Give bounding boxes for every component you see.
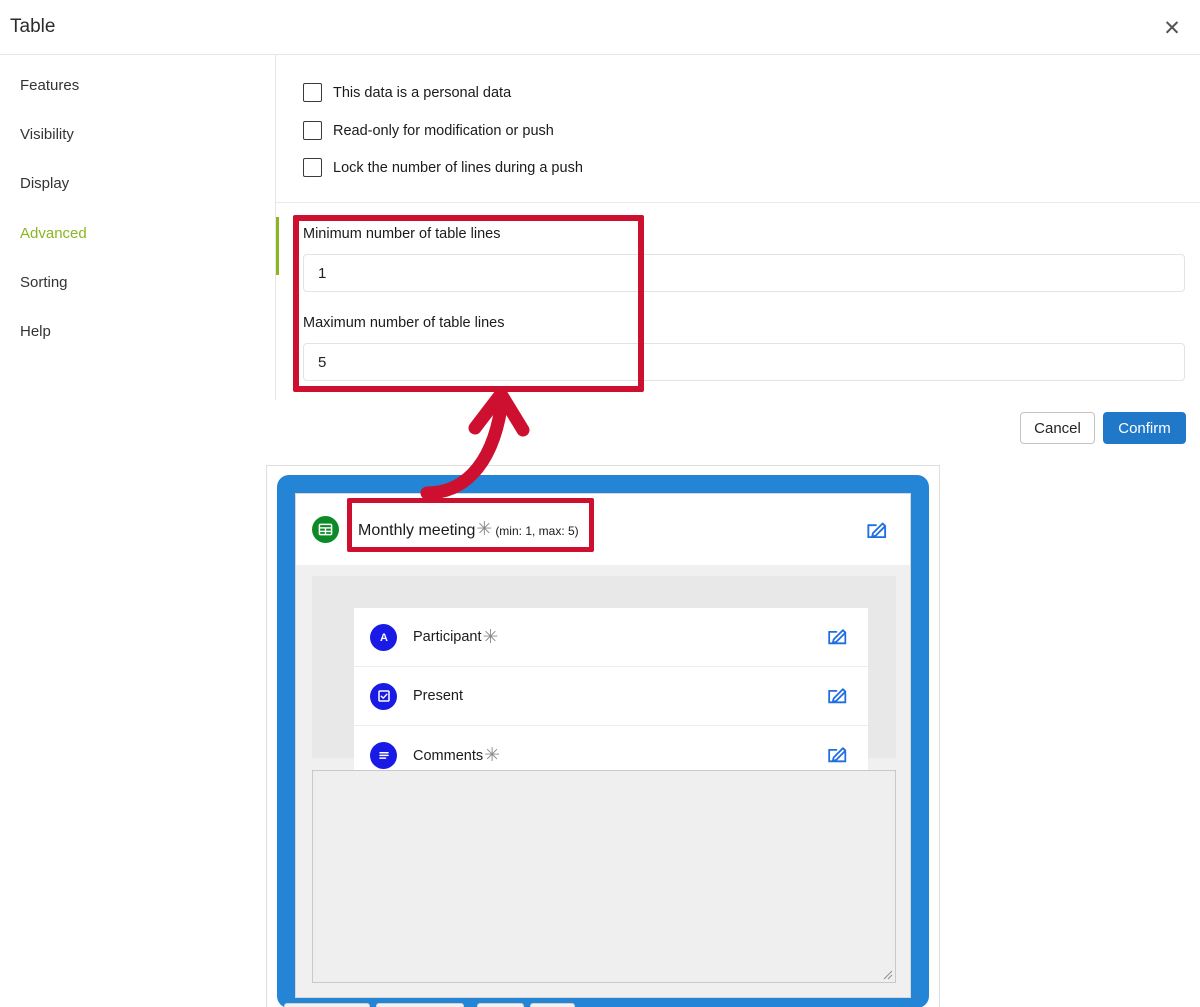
preview-card: Monthly meeting ✳ (min: 1, max: 5) A Par… xyxy=(277,475,929,1007)
text-lines-icon xyxy=(370,742,397,769)
screen-root: Table ✕ Features Visibility Display Adva… xyxy=(0,0,1200,1007)
checkbox-icon xyxy=(370,682,397,710)
below-fold-toolbar xyxy=(0,1001,1200,1007)
settings-content: This data is a personal data Read-only f… xyxy=(276,55,1200,400)
checkbox-row-read-only[interactable]: Read-only for modification or push xyxy=(303,121,554,140)
preview-panel: Monthly meeting ✳ (min: 1, max: 5) A Par… xyxy=(266,465,940,1007)
table-icon xyxy=(312,516,339,543)
page-title: Table xyxy=(10,16,56,37)
preview-title-wrap: Monthly meeting ✳ (min: 1, max: 5) xyxy=(358,520,579,540)
attribute-a-icon: A xyxy=(370,623,397,651)
preview-card-header: Monthly meeting ✳ (min: 1, max: 5) xyxy=(296,494,910,565)
preview-constraints: (min: 1, max: 5) xyxy=(495,523,579,538)
required-marker-icon-comments: ✳ xyxy=(484,745,501,766)
edit-pencil-icon-header[interactable] xyxy=(864,516,890,547)
required-marker-icon-participant: ✳ xyxy=(482,626,499,648)
peek-button-4[interactable] xyxy=(530,1003,575,1007)
checkbox-row-lock-lines[interactable]: Lock the number of lines during a push xyxy=(303,158,583,177)
preview-field-row-present[interactable]: Present xyxy=(354,667,868,726)
cancel-button[interactable]: Cancel xyxy=(1020,412,1095,444)
input-minimum-lines[interactable] xyxy=(303,254,1185,292)
required-marker-icon: ✳ xyxy=(476,518,493,540)
checkbox-label-personal-data: This data is a personal data xyxy=(333,84,512,101)
peek-button-1[interactable] xyxy=(284,1003,370,1007)
sidebar: Features Visibility Display Advanced Sor… xyxy=(0,55,276,400)
preview-field-label-participant: Participant xyxy=(413,629,482,645)
checkbox-row-personal-data[interactable]: This data is a personal data xyxy=(303,83,511,102)
preview-textarea[interactable] xyxy=(312,770,896,983)
checkbox-label-read-only: Read-only for modification or push xyxy=(333,122,554,139)
preview-fields-list: A Participant ✳ Present Comments ✳ xyxy=(354,608,868,785)
close-icon[interactable]: ✕ xyxy=(1158,14,1186,42)
label-maximum-lines: Maximum number of table lines xyxy=(303,315,505,331)
preview-field-label-present: Present xyxy=(413,688,463,704)
sidebar-item-sorting[interactable]: Sorting xyxy=(20,274,68,291)
resize-handle-icon[interactable] xyxy=(883,970,893,980)
modal-footer: Cancel Confirm xyxy=(0,400,1200,465)
edit-pencil-icon-participant[interactable] xyxy=(825,623,850,653)
edit-pencil-icon-comments[interactable] xyxy=(825,741,850,771)
preview-field-label-comments: Comments xyxy=(413,747,484,764)
preview-title: Monthly meeting xyxy=(358,521,476,539)
checkbox-personal-data[interactable] xyxy=(303,83,322,102)
peek-button-3[interactable] xyxy=(477,1003,524,1007)
svg-text:A: A xyxy=(380,632,388,644)
checkbox-lock-lines[interactable] xyxy=(303,158,322,177)
modal-body: Features Visibility Display Advanced Sor… xyxy=(0,55,1200,400)
modal-header: Table ✕ xyxy=(0,0,1200,55)
sidebar-item-help[interactable]: Help xyxy=(20,323,51,340)
sidebar-item-advanced[interactable]: Advanced xyxy=(20,225,87,242)
confirm-button[interactable]: Confirm xyxy=(1103,412,1186,444)
preview-field-row-participant[interactable]: A Participant ✳ xyxy=(354,608,868,667)
input-maximum-lines[interactable] xyxy=(303,343,1185,381)
label-minimum-lines: Minimum number of table lines xyxy=(303,226,501,242)
edit-pencil-icon-present[interactable] xyxy=(825,682,850,712)
checkbox-label-lock-lines: Lock the number of lines during a push xyxy=(333,159,583,176)
active-section-accent xyxy=(276,217,279,275)
sidebar-item-display[interactable]: Display xyxy=(20,175,69,192)
sidebar-item-visibility[interactable]: Visibility xyxy=(20,126,74,143)
section-divider xyxy=(276,202,1200,203)
sidebar-item-features[interactable]: Features xyxy=(20,77,79,94)
checkbox-read-only[interactable] xyxy=(303,121,322,140)
preview-fields-container: A Participant ✳ Present Comments ✳ xyxy=(312,576,896,785)
peek-button-2[interactable] xyxy=(376,1003,464,1007)
preview-card-inner: Monthly meeting ✳ (min: 1, max: 5) A Par… xyxy=(295,493,911,998)
